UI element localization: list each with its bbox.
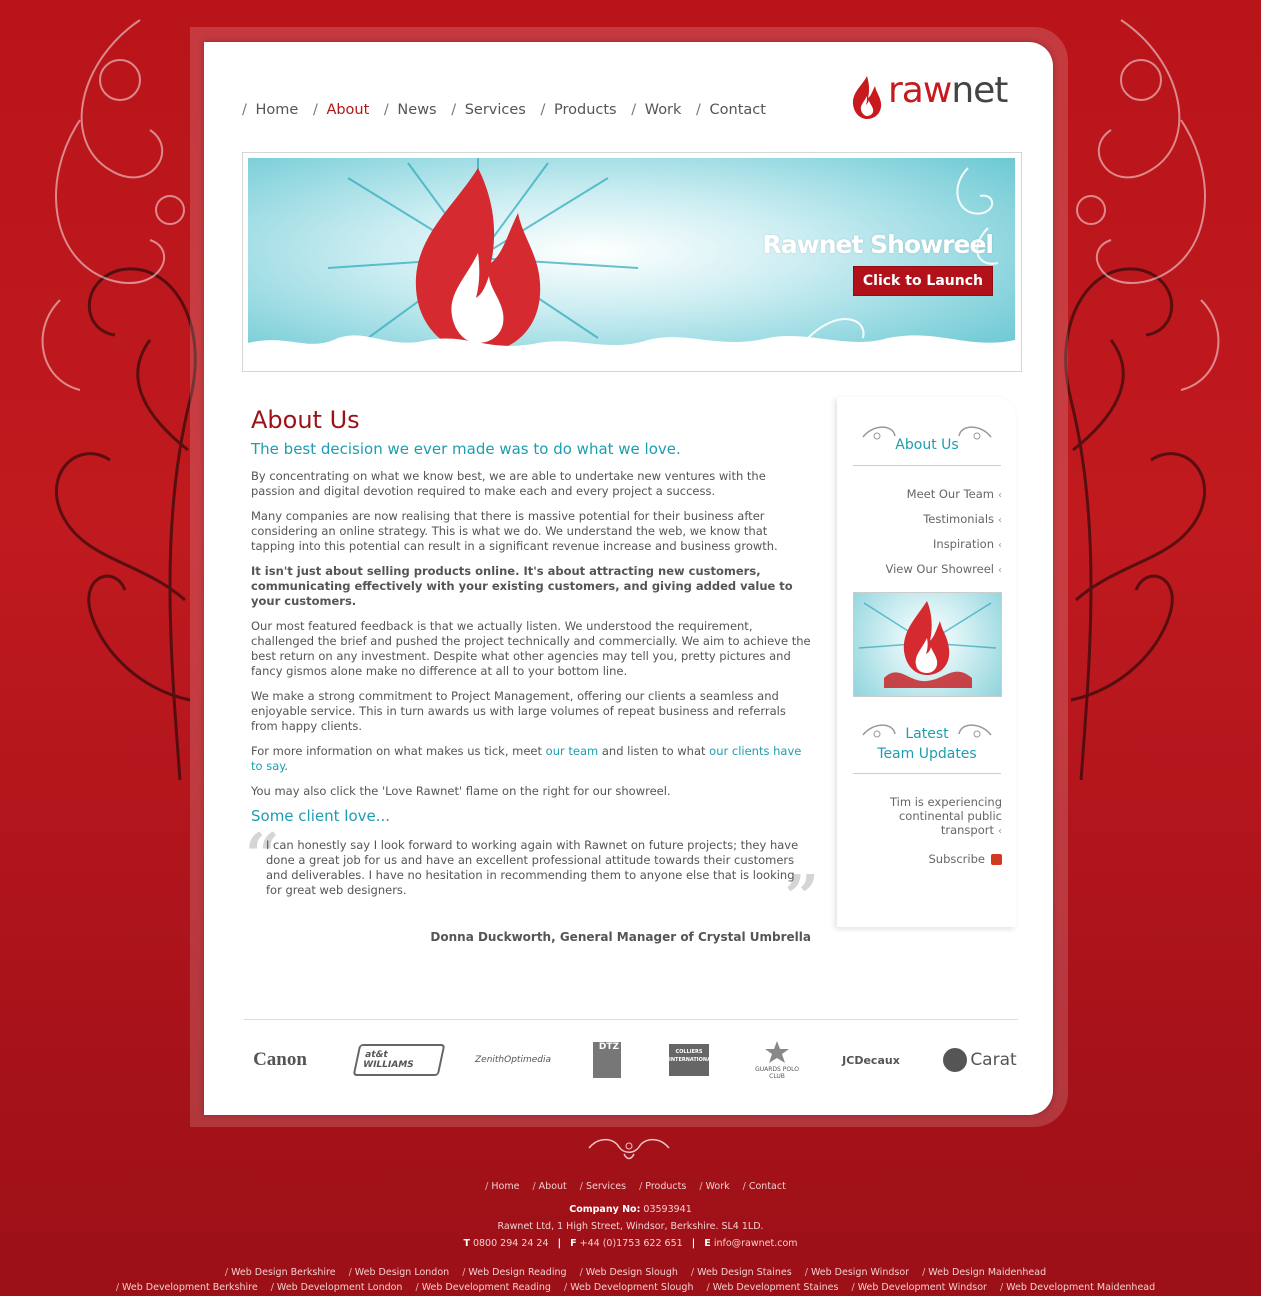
banner-title: Rawnet Showreel (762, 230, 994, 259)
client-logo-att-williams: at&t WILLIAMS (352, 1032, 446, 1088)
sidebar-link-view-showreel[interactable]: View Our Showreel ‹ (885, 562, 1002, 576)
footer-link-home[interactable]: Home (491, 1181, 519, 1192)
love-rawnet-flame-thumbnail[interactable] (853, 592, 1002, 697)
nav-contact[interactable]: Contact (710, 102, 766, 118)
showreel-banner[interactable]: Rawnet Showreel Click to Launch (242, 152, 1022, 372)
client-logo-carat: Carat (940, 1032, 1020, 1088)
rawnet-logo[interactable]: rawnet (850, 70, 1022, 120)
seo-link[interactable]: Web Development Maidenhead (1006, 1282, 1155, 1293)
page-title: About Us (251, 406, 360, 434)
seo-link[interactable]: Web Development Reading (422, 1282, 551, 1293)
paragraph: Many companies are now realising that th… (251, 509, 778, 553)
seo-link[interactable]: Web Design Berkshire (231, 1267, 335, 1278)
chevron-left-icon: ‹ (998, 540, 1002, 551)
launch-showreel-button[interactable]: Click to Launch (852, 266, 993, 296)
paragraph-links: For more information on what makes us ti… (251, 744, 802, 773)
page-subtitle: The best decision we ever made was to do… (251, 440, 681, 458)
seo-link[interactable]: Web Development Berkshire (122, 1282, 258, 1293)
testimonial-text: I can honestly say I look forward to wor… (266, 838, 799, 897)
web-design-links: / Web Design Berkshire / Web Design London… (224, 1267, 1047, 1278)
divider (853, 465, 1001, 466)
nav-products[interactable]: Products (554, 102, 617, 118)
contact-details: T 0800 294 24 24 | F +44 (0)1753 622 651… (463, 1238, 798, 1249)
web-development-links: / Web Development Berkshire / Web Developm… (115, 1282, 1156, 1293)
phone-number: 0800 294 24 24 (472, 1238, 549, 1249)
seo-link[interactable]: Web Design Maidenhead (928, 1267, 1046, 1278)
team-update-item[interactable]: Tim is experiencing continental public t… (882, 795, 1002, 839)
sidebar-link-testimonials[interactable]: Testimonials ‹ (923, 512, 1002, 526)
client-logo-guards-polo: GUARDS POLO CLUB (752, 1032, 802, 1088)
email-link[interactable]: info@rawnet.com (714, 1238, 798, 1249)
sidebar: About Us Meet Our Team ‹ Testimonials ‹ In… (837, 397, 1016, 927)
divider (853, 773, 1001, 774)
testimonial-author: Donna Duckworth, General Manager of Crys… (430, 930, 811, 944)
seo-link[interactable]: Web Design London (355, 1267, 449, 1278)
our-team-link[interactable]: our team (546, 744, 599, 758)
seo-link[interactable]: Web Design Windsor (811, 1267, 909, 1278)
chevron-left-icon: ‹ (998, 515, 1002, 526)
nav-services[interactable]: Services (465, 102, 526, 118)
banner-artwork (248, 158, 1015, 366)
client-logo-zenith-optimedia: ZenithOptimedia (475, 1055, 551, 1065)
seo-link[interactable]: Web Design Slough (586, 1267, 678, 1278)
star-badge-icon (765, 1041, 789, 1063)
sidebar-heading: About Us (895, 437, 959, 453)
seo-link[interactable]: Web Design Staines (697, 1267, 792, 1278)
nav-about[interactable]: About (326, 102, 369, 118)
footer-link-services[interactable]: Services (586, 1181, 626, 1192)
testimonial: “ ” I can honestly say I look forward to… (245, 826, 819, 928)
main-content: About Us The best decision we ever made … (245, 406, 819, 945)
divider (244, 1019, 1018, 1020)
nav-work[interactable]: Work (645, 102, 682, 118)
footer-link-about[interactable]: About (539, 1181, 567, 1192)
chevron-left-icon: ‹ (998, 490, 1002, 501)
footer-ornament (588, 1138, 670, 1160)
subscribe-link[interactable]: Subscribe (928, 852, 1002, 866)
footer-link-work[interactable]: Work (706, 1181, 730, 1192)
seo-link[interactable]: Web Development Windsor (858, 1282, 987, 1293)
rss-icon (991, 854, 1002, 865)
content-card: / Home / About / News / Services / Produ… (204, 42, 1053, 1115)
footer-link-products[interactable]: Products (645, 1181, 686, 1192)
seo-link[interactable]: Web Development London (277, 1282, 403, 1293)
company-number: Company No: 03593941 (569, 1204, 692, 1215)
paragraph: By concentrating on what we know best, w… (251, 469, 766, 498)
client-logo-canon: Canon (253, 1049, 307, 1070)
updates-heading: Latest Team Updates (877, 726, 977, 762)
client-logos: Canon at&t WILLIAMS ZenithOptimedia DTZ … (244, 1032, 1020, 1092)
chevron-left-icon: ‹ (998, 826, 1002, 837)
client-love-heading: Some client love... (251, 807, 391, 825)
sidebar-link-meet-our-team[interactable]: Meet Our Team ‹ (907, 487, 1002, 501)
flame-icon (858, 601, 997, 688)
sidebar-link-inspiration[interactable]: Inspiration ‹ (933, 537, 1002, 551)
seo-link[interactable]: Web Development Slough (570, 1282, 693, 1293)
carat-icon (943, 1048, 968, 1072)
paragraph: You may also click the 'Love Rawnet' fla… (251, 784, 671, 798)
seo-link[interactable]: Web Design Reading (468, 1267, 566, 1278)
footer-nav: / Home / About / Services / Products / Work /… (485, 1181, 786, 1192)
main-nav: / Home / About / News / Services / Produ… (242, 102, 766, 118)
company-address: Rawnet Ltd, 1 High Street, Windsor, Berk… (497, 1221, 764, 1232)
client-logo-colliers: COLLIERS INTERNATIONAL (668, 1032, 714, 1088)
banner-image: Rawnet Showreel Click to Launch (248, 158, 1015, 366)
logo-wordmark: rawnet (888, 70, 1008, 111)
chevron-left-icon: ‹ (998, 565, 1002, 576)
flame-icon (852, 76, 882, 119)
paragraph-highlight: It isn't just about selling products onl… (251, 564, 793, 608)
footer-link-contact[interactable]: Contact (749, 1181, 786, 1192)
paragraph: We make a strong commitment to Project M… (251, 689, 786, 733)
nav-home[interactable]: Home (256, 102, 299, 118)
seo-link[interactable]: Web Development Staines (713, 1282, 839, 1293)
client-logo-jcdecaux: JCDecaux (842, 1053, 900, 1067)
client-logo-dtz: DTZ (592, 1032, 622, 1088)
paragraph: Our most featured feedback is that we ac… (251, 619, 811, 678)
nav-news[interactable]: News (397, 102, 436, 118)
floral-swirl-right (1064, 19, 1220, 780)
fax-number: +44 (0)1753 622 651 (579, 1238, 683, 1249)
